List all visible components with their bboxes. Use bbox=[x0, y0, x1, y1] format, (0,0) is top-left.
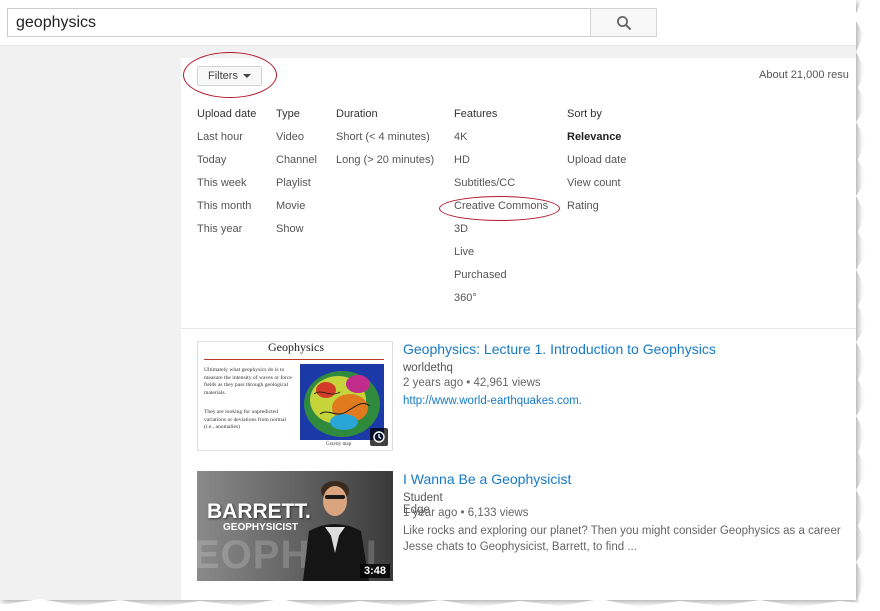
filter-option-this-year[interactable]: This year bbox=[197, 223, 256, 246]
torn-edge-right bbox=[850, 0, 880, 611]
result-title[interactable]: Geophysics: Lecture 1. Introduction to G… bbox=[403, 341, 716, 357]
torn-edge-bottom bbox=[0, 599, 880, 611]
result-meta: 2 years ago • 42,961 views bbox=[403, 377, 541, 389]
video-duration: 3:48 bbox=[359, 564, 390, 578]
filter-option-purchased[interactable]: Purchased bbox=[454, 269, 548, 292]
filter-column-type: Type Video Channel Playlist Movie Show bbox=[276, 108, 317, 246]
video-thumbnail[interactable]: Geophysics Ultimately what geophysics do… bbox=[197, 341, 393, 451]
filter-header: Sort by bbox=[567, 108, 602, 120]
results-count: About 21,000 resu bbox=[759, 69, 849, 81]
description-line: Like rocks and exploring our planet? The… bbox=[403, 525, 841, 537]
sort-option-relevance[interactable]: Relevance bbox=[567, 131, 626, 154]
filter-option-movie[interactable]: Movie bbox=[276, 200, 317, 223]
filter-option-360[interactable]: 360° bbox=[454, 292, 548, 315]
section-divider bbox=[181, 328, 856, 329]
annotation-circle-creative-commons bbox=[439, 196, 560, 221]
filter-option-this-week[interactable]: This week bbox=[197, 177, 256, 200]
filter-header: Type bbox=[276, 108, 300, 120]
filter-option-playlist[interactable]: Playlist bbox=[276, 177, 317, 200]
filter-option-hd[interactable]: HD bbox=[454, 154, 548, 177]
thumb-role-text: GEOPHYSICIST bbox=[223, 522, 299, 533]
result-description: http://www.world-earthquakes.com. bbox=[403, 393, 582, 409]
filter-header: Upload date bbox=[197, 108, 257, 120]
clock-icon bbox=[373, 431, 385, 443]
filter-option-video[interactable]: Video bbox=[276, 131, 317, 154]
search-button[interactable] bbox=[590, 8, 657, 37]
masthead bbox=[0, 0, 856, 46]
result-channel[interactable]: worldethq bbox=[403, 362, 453, 374]
sort-option-upload-date[interactable]: Upload date bbox=[567, 154, 626, 177]
description-line: Jesse chats to Geophysicist, Barrett, to… bbox=[403, 541, 637, 553]
filter-option-show[interactable]: Show bbox=[276, 223, 317, 246]
filter-option-today[interactable]: Today bbox=[197, 154, 256, 177]
filter-option-3d[interactable]: 3D bbox=[454, 223, 548, 246]
filter-option-short[interactable]: Short (< 4 minutes) bbox=[336, 131, 434, 154]
filter-option-long[interactable]: Long (> 20 minutes) bbox=[336, 154, 434, 177]
description-link[interactable]: http://www.world-earthquakes.com. bbox=[403, 395, 582, 407]
content-top-gap bbox=[181, 46, 856, 58]
filter-header: Duration bbox=[336, 108, 378, 120]
youtube-search-page: Filters About 21,000 resu Upload date La… bbox=[0, 0, 856, 600]
filter-option-this-month[interactable]: This month bbox=[197, 200, 256, 223]
result-description: Like rocks and exploring our planet? The… bbox=[403, 523, 841, 555]
video-thumbnail[interactable]: EOPHYSI BARRETT. GEOPHYSICIST 3:48 bbox=[197, 471, 393, 581]
filter-column-duration: Duration Short (< 4 minutes) Long (> 20 … bbox=[336, 108, 434, 177]
filter-option-4k[interactable]: 4K bbox=[454, 131, 548, 154]
search-icon bbox=[616, 15, 631, 30]
slide-text: Ultimately what geophysics do is to meas… bbox=[204, 367, 292, 396]
filter-column-sort-by: Sort by Relevance Upload date View count… bbox=[567, 108, 626, 223]
filter-option-channel[interactable]: Channel bbox=[276, 154, 317, 177]
result-meta: 1 year ago • 6,133 views bbox=[403, 507, 529, 519]
watch-later-button[interactable] bbox=[370, 428, 388, 446]
filter-header: Features bbox=[454, 108, 498, 120]
filter-option-live[interactable]: Live bbox=[454, 246, 548, 269]
filter-column-upload-date: Upload date Last hour Today This week Th… bbox=[197, 108, 256, 246]
search-input[interactable] bbox=[7, 8, 591, 37]
sort-option-view-count[interactable]: View count bbox=[567, 177, 626, 200]
slide-caption: Gravity map bbox=[326, 442, 352, 447]
filter-option-last-hour[interactable]: Last hour bbox=[197, 131, 256, 154]
result-title[interactable]: I Wanna Be a Geophysicist bbox=[403, 471, 571, 487]
slide-text: They are looking for unpredicted variati… bbox=[204, 409, 287, 430]
annotation-circle-filters bbox=[183, 52, 277, 98]
slide-rule bbox=[204, 359, 384, 360]
sort-option-rating[interactable]: Rating bbox=[567, 200, 626, 223]
left-gutter bbox=[0, 46, 181, 600]
slide-title: Geophysics bbox=[268, 341, 324, 354]
